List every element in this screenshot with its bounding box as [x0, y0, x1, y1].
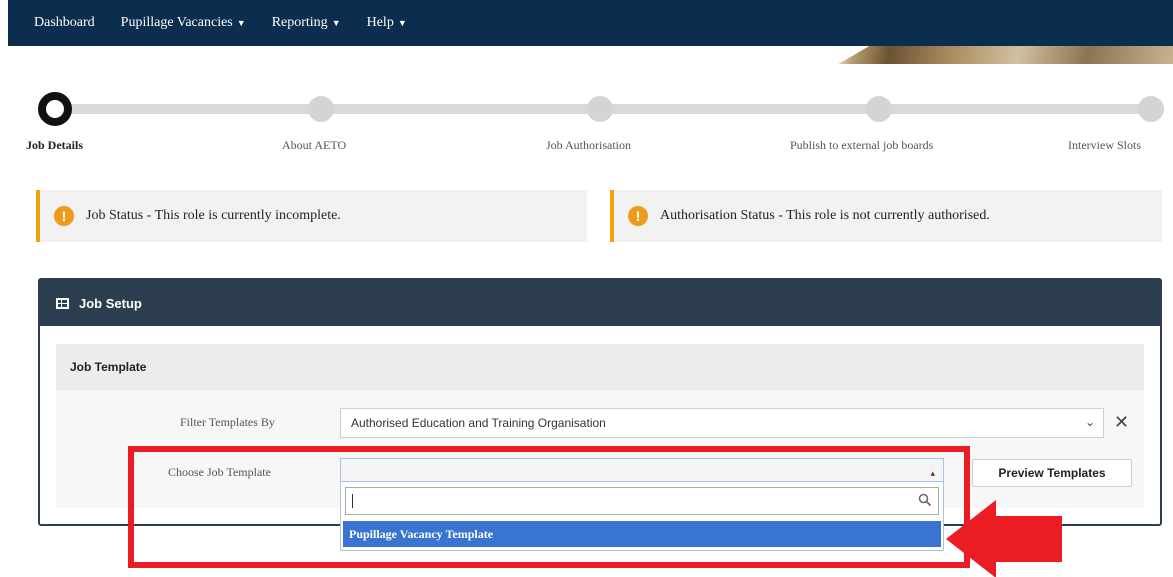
authorisation-status-text: Authorisation Status - This role is not …	[660, 208, 990, 223]
annotation-arrow-icon	[946, 500, 1062, 577]
step-label-job-authorisation[interactable]: Job Authorisation	[546, 138, 631, 153]
banner-image	[838, 46, 1173, 64]
nav-help[interactable]: Help ▼	[367, 15, 407, 31]
authorisation-status-alert: ! Authorisation Status - This role is no…	[610, 190, 1162, 242]
filter-templates-select[interactable]: Authorised Education and Training Organi…	[340, 408, 1104, 438]
preview-templates-button[interactable]: Preview Templates	[972, 459, 1132, 487]
header-banner	[8, 46, 1173, 64]
clear-filter-icon[interactable]: ✕	[1114, 412, 1129, 433]
filter-templates-label: Filter Templates By	[180, 415, 275, 429]
warning-icon: !	[628, 206, 648, 226]
caret-down-icon: ▼	[331, 17, 341, 28]
job-setup-header: Job Setup	[40, 280, 1160, 326]
step-label-about-aeto[interactable]: About AETO	[282, 138, 346, 153]
step-label-job-details[interactable]: Job Details	[26, 138, 83, 153]
step-dot-job-details[interactable]	[38, 92, 72, 126]
annotation-highlight-box	[128, 446, 970, 568]
nav-pupillage-vacancies[interactable]: Pupillage Vacancies ▼	[121, 15, 246, 31]
step-dot-interview-slots[interactable]	[1138, 96, 1164, 122]
warning-icon: !	[54, 206, 74, 226]
section-title: Job Template	[56, 344, 1144, 390]
job-status-text: Job Status - This role is currently inco…	[86, 208, 341, 223]
step-dot-job-authorisation[interactable]	[587, 96, 613, 122]
step-label-interview-slots[interactable]: Interview Slots	[1068, 138, 1141, 153]
chevron-down-icon: ⌄	[1084, 415, 1095, 429]
table-icon	[56, 297, 69, 309]
caret-down-icon: ▼	[236, 17, 246, 28]
panel-title: Job Setup	[79, 295, 142, 311]
progress-stepper: Job Details About AETO Job Authorisation…	[0, 90, 1173, 160]
top-navbar: Dashboard Pupillage Vacancies ▼ Reporting…	[8, 0, 1173, 46]
step-label-publish[interactable]: Publish to external job boards	[790, 138, 933, 153]
nav-reporting[interactable]: Reporting ▼	[272, 15, 341, 31]
job-status-alert: ! Job Status - This role is currently in…	[36, 190, 587, 242]
step-dot-publish[interactable]	[866, 96, 892, 122]
nav-dashboard[interactable]: Dashboard	[34, 15, 95, 31]
filter-templates-value: Authorised Education and Training Organi…	[351, 416, 606, 430]
step-dot-about-aeto[interactable]	[308, 96, 334, 122]
caret-down-icon: ▼	[397, 17, 407, 28]
